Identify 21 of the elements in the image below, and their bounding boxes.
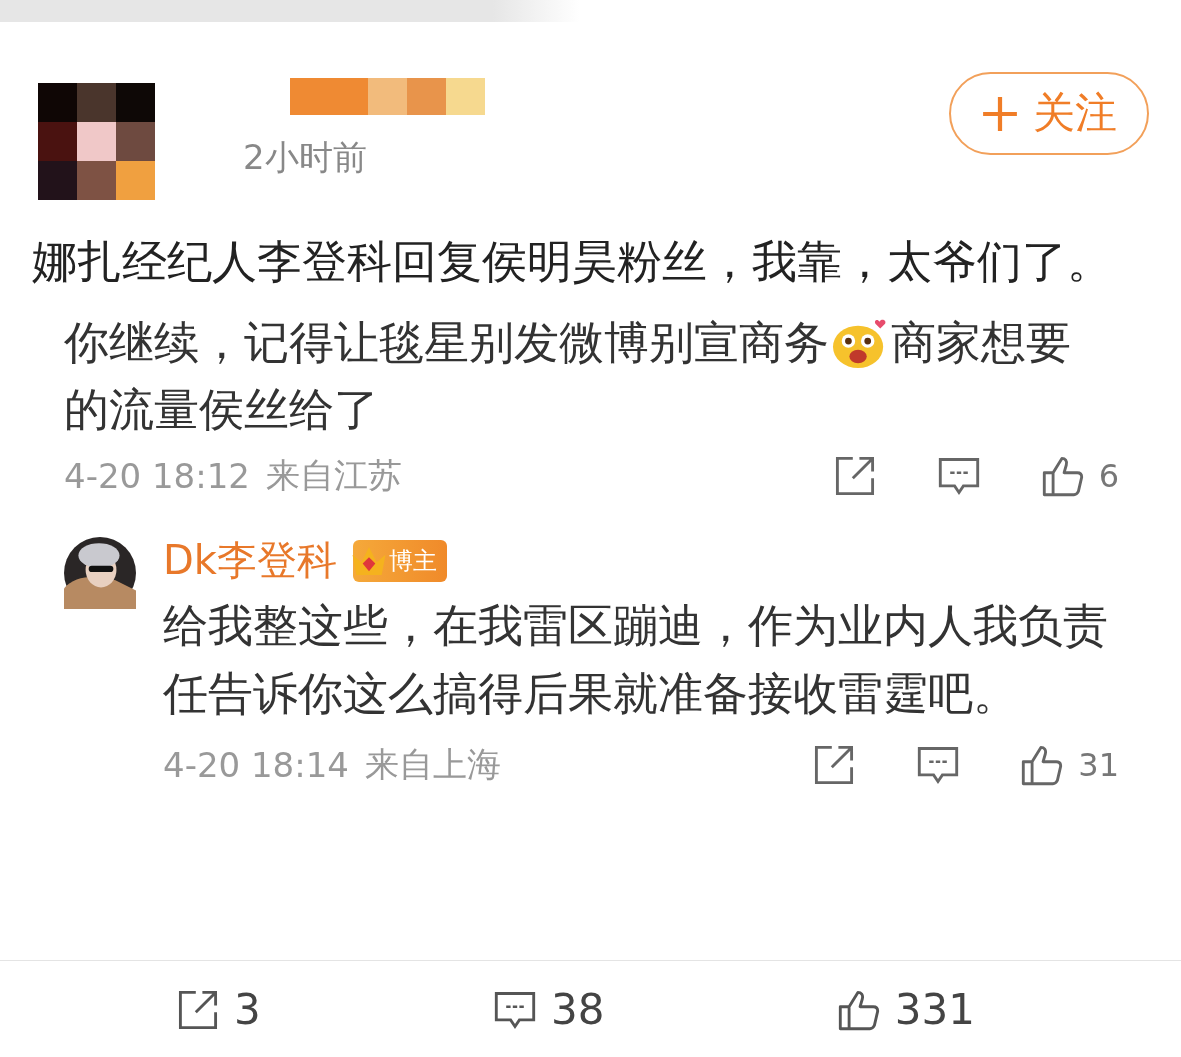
comment-date: 4-20 18:12 bbox=[64, 456, 250, 496]
like-button[interactable]: 331 bbox=[830, 984, 981, 1035]
reply-date: 4-20 18:14 bbox=[163, 745, 349, 785]
thumbs-up-icon bbox=[1040, 454, 1085, 498]
reply-location: 来自上海 bbox=[364, 743, 501, 786]
thumbs-up-icon bbox=[1020, 743, 1065, 787]
reply-text: 给我整这些，在我雷区蹦迪，作为业内人我负责任告诉你这么搞得后果就准备接收雷霆吧。 bbox=[163, 598, 1109, 722]
author-name[interactable]: Dk李登科 bbox=[163, 533, 337, 588]
post-time: 2小时前 bbox=[243, 135, 368, 179]
post-text: 娜扎经纪人李登科回复侯明昊粉丝，我靠，太爷们了。 bbox=[32, 234, 1113, 290]
comment-text: 的流量侯丝给了 bbox=[64, 382, 379, 438]
plus-icon bbox=[981, 94, 1019, 133]
follow-button[interactable]: 关注 bbox=[949, 72, 1149, 155]
like-button[interactable]: 31 bbox=[1020, 743, 1119, 787]
comment-location: 来自江苏 bbox=[265, 454, 402, 497]
like-button[interactable]: 6 bbox=[1040, 454, 1119, 498]
author-badge: 博主 bbox=[352, 539, 447, 582]
comment-text: 商家想要 bbox=[891, 315, 1071, 371]
repost-button[interactable]: 3 bbox=[170, 984, 267, 1035]
comment-button[interactable]: 38 bbox=[487, 984, 611, 1035]
comment-text: 你继续，记得让毯星别发微博别宣商务 bbox=[64, 315, 829, 371]
